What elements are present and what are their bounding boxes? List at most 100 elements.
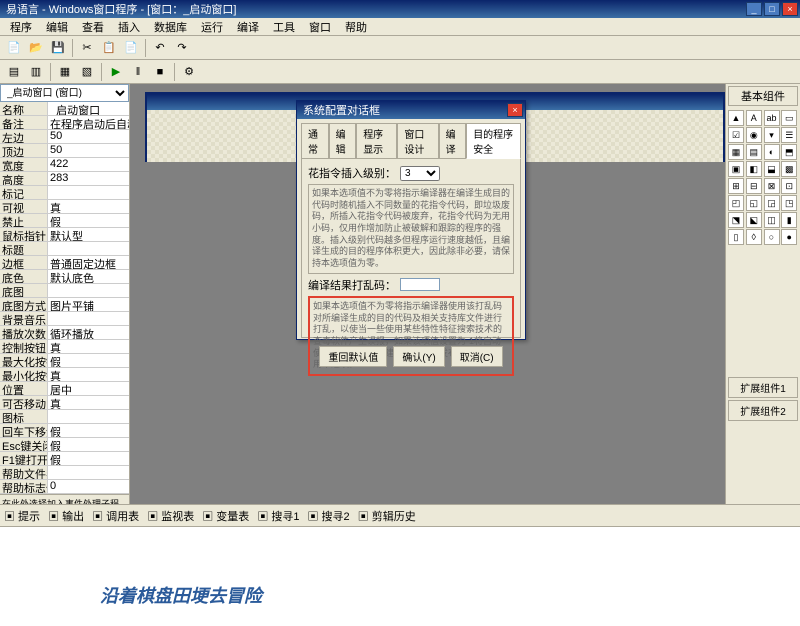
undo-icon[interactable]: ↶ (150, 38, 170, 58)
tool-icon[interactable]: ◲ (764, 195, 780, 211)
prop-row[interactable]: 图标 (0, 410, 129, 424)
dialog-button[interactable]: 确认(Y) (393, 346, 444, 367)
tool-icon[interactable]: ▣ (728, 161, 744, 177)
menu-帮助[interactable]: 帮助 (339, 17, 373, 37)
menu-编译[interactable]: 编译 (231, 17, 265, 37)
prop-row[interactable]: 标记 (0, 186, 129, 200)
tool-icon[interactable]: ▤ (4, 62, 24, 82)
bottom-tab[interactable]: ▣ 输出 (48, 508, 84, 524)
scramble-input[interactable] (400, 278, 440, 291)
bottom-tab[interactable]: ▣ 监视表 (147, 508, 194, 524)
tool-icon[interactable]: ● (781, 229, 797, 245)
dialog-button[interactable]: 重回默认值 (319, 346, 387, 367)
save-icon[interactable]: 💾 (48, 38, 68, 58)
menu-数据库[interactable]: 数据库 (148, 17, 193, 37)
menu-查看[interactable]: 查看 (76, 17, 110, 37)
tool-icon[interactable]: ◐ (764, 144, 780, 160)
menu-程序[interactable]: 程序 (4, 17, 38, 37)
close-button[interactable]: × (782, 2, 798, 16)
tool-icon[interactable]: ▯ (728, 229, 744, 245)
menu-窗口[interactable]: 窗口 (303, 17, 337, 37)
tool-icon[interactable]: ▧ (77, 62, 97, 82)
tool-icon[interactable]: ⊟ (746, 178, 762, 194)
tool-icon[interactable]: ⚙ (179, 62, 199, 82)
tool-icon[interactable]: ▥ (26, 62, 46, 82)
prop-row[interactable]: 最大化按钮假 (0, 354, 129, 368)
dialog-tab-0[interactable]: 通常 (301, 123, 329, 158)
tool-icon[interactable]: ⬓ (764, 161, 780, 177)
prop-row[interactable]: 可否移动真 (0, 396, 129, 410)
dialog-tab-2[interactable]: 程序显示 (356, 123, 397, 158)
prop-row[interactable]: 底色默认底色 (0, 270, 129, 284)
menu-编辑[interactable]: 编辑 (40, 17, 74, 37)
menu-工具[interactable]: 工具 (267, 17, 301, 37)
dialog-tab-3[interactable]: 窗口设计 (397, 123, 438, 158)
copy-icon[interactable]: 📋 (99, 38, 119, 58)
prop-row[interactable]: 左边50 (0, 130, 129, 144)
prop-row[interactable]: 帮助标志值0 (0, 480, 129, 494)
bottom-tab[interactable]: ▣ 剪辑历史 (358, 508, 416, 524)
pause-icon[interactable]: ‖ (128, 62, 148, 82)
prop-row[interactable]: F1键打开帮助假 (0, 452, 129, 466)
prop-row[interactable]: 名称_启动窗口 (0, 102, 129, 116)
button-icon[interactable]: ▭ (781, 110, 797, 126)
tool-icon[interactable]: ◊ (746, 229, 762, 245)
bottom-tab[interactable]: ▣ 搜寻2 (308, 508, 350, 524)
tool-icon[interactable]: ▮ (781, 212, 797, 228)
ext1-button[interactable]: 扩展组件1 (728, 377, 798, 398)
tool-icon[interactable]: ◳ (781, 195, 797, 211)
prop-row[interactable]: 帮助文件名 (0, 466, 129, 480)
prop-row[interactable]: 位置居中 (0, 382, 129, 396)
prop-row[interactable]: 高度283 (0, 172, 129, 186)
tool-icon[interactable]: ▩ (781, 161, 797, 177)
dialog-tab-5[interactable]: 目的程序安全 (466, 123, 521, 159)
dialog-tab-1[interactable]: 编辑 (329, 123, 357, 158)
bottom-tab[interactable]: ▣ 提示 (4, 508, 40, 524)
prop-row[interactable]: 备注在程序启动后自动 (0, 116, 129, 130)
prop-row[interactable]: 标题 (0, 242, 129, 256)
prop-row[interactable]: Esc键关闭假 (0, 438, 129, 452)
tool-icon[interactable]: ◱ (746, 195, 762, 211)
paste-icon[interactable]: 📄 (121, 38, 141, 58)
textbox-icon[interactable]: ab (764, 110, 780, 126)
list-icon[interactable]: ☰ (781, 127, 797, 143)
tool-icon[interactable]: ◰ (728, 195, 744, 211)
tool-icon[interactable]: ⊠ (764, 178, 780, 194)
prop-row[interactable]: 播放次数循环播放 (0, 326, 129, 340)
ext2-button[interactable]: 扩展组件2 (728, 400, 798, 421)
prop-row[interactable]: 控制按钮真 (0, 340, 129, 354)
prop-row[interactable]: 最小化按钮真 (0, 368, 129, 382)
prop-row[interactable]: 背景音乐 (0, 312, 129, 326)
prop-row[interactable]: 鼠标指针默认型 (0, 228, 129, 242)
minimize-button[interactable]: _ (746, 2, 762, 16)
bottom-tab[interactable]: ▣ 搜寻1 (257, 508, 299, 524)
prop-row[interactable]: 可视真 (0, 200, 129, 214)
tool-icon[interactable]: ○ (764, 229, 780, 245)
cut-icon[interactable]: ✂ (77, 38, 97, 58)
pointer-icon[interactable]: ▲ (728, 110, 744, 126)
checkbox-icon[interactable]: ☑ (728, 127, 744, 143)
menu-运行[interactable]: 运行 (195, 17, 229, 37)
prop-row[interactable]: 边框普通固定边框 (0, 256, 129, 270)
tool-icon[interactable]: ▦ (728, 144, 744, 160)
tool-icon[interactable]: ◧ (746, 161, 762, 177)
run-icon[interactable]: ▶ (106, 62, 126, 82)
label-icon[interactable]: A (746, 110, 762, 126)
tool-icon[interactable]: ⊡ (781, 178, 797, 194)
tool-icon[interactable]: ◫ (764, 212, 780, 228)
tool-icon[interactable]: ⬕ (746, 212, 762, 228)
tool-icon[interactable]: ⬔ (728, 212, 744, 228)
prop-row[interactable]: 底图 (0, 284, 129, 298)
bottom-tab[interactable]: ▣ 调用表 (92, 508, 139, 524)
bottom-tab[interactable]: ▣ 变量表 (202, 508, 249, 524)
radio-icon[interactable]: ◉ (746, 127, 762, 143)
redo-icon[interactable]: ↷ (172, 38, 192, 58)
dialog-tab-4[interactable]: 编译 (439, 123, 467, 158)
maximize-button[interactable]: □ (764, 2, 780, 16)
dialog-button[interactable]: 取消(C) (451, 346, 503, 367)
tool-icon[interactable]: ▤ (746, 144, 762, 160)
dialog-close-button[interactable]: × (507, 103, 523, 117)
level-select[interactable]: 3 (400, 166, 440, 181)
combo-icon[interactable]: ▾ (764, 127, 780, 143)
prop-row[interactable]: 禁止假 (0, 214, 129, 228)
